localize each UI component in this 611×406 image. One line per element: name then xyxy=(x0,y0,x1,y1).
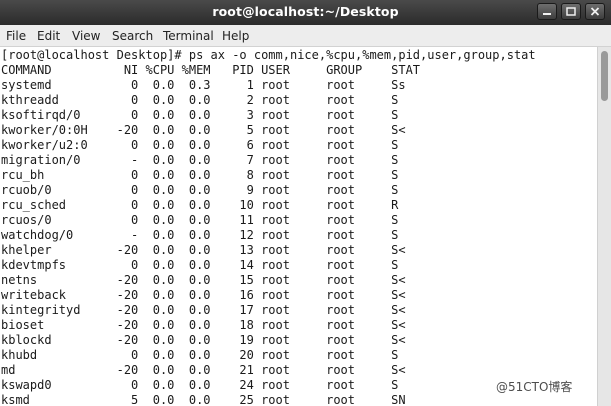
menu-file[interactable]: File xyxy=(6,29,26,43)
process-row: writeback -20 0.0 0.0 16 root root S< xyxy=(1,288,406,302)
ps-header: COMMAND NI %CPU %MEM PID USER GROUP STAT xyxy=(1,63,421,77)
process-row: watchdog/0 - 0.0 0.0 12 root root S xyxy=(1,228,399,242)
window-title: root@localhost:~/Desktop xyxy=(212,4,399,19)
process-row: kthreadd 0 0.0 0.0 2 root root S xyxy=(1,93,399,107)
process-row: migration/0 - 0.0 0.0 7 root root S xyxy=(1,153,399,167)
maximize-icon xyxy=(566,7,576,16)
terminal-output[interactable]: [root@localhost Desktop]# ps ax -o comm,… xyxy=(0,47,597,406)
minimize-icon xyxy=(543,13,551,15)
process-row: rcuob/0 0 0.0 0.0 9 root root S xyxy=(1,183,399,197)
process-row: khelper -20 0.0 0.0 13 root root S< xyxy=(1,243,406,257)
process-row: netns -20 0.0 0.0 15 root root S< xyxy=(1,273,406,287)
process-row: kintegrityd -20 0.0 0.0 17 root root S< xyxy=(1,303,406,317)
process-row: ksmd 5 0.0 0.0 25 root root SN xyxy=(1,393,406,406)
window-titlebar[interactable]: root@localhost:~/Desktop xyxy=(0,0,611,25)
menu-help[interactable]: Help xyxy=(222,29,249,43)
process-row: rcuos/0 0 0.0 0.0 11 root root S xyxy=(1,213,399,227)
process-row: bioset -20 0.0 0.0 18 root root S< xyxy=(1,318,406,332)
process-row: kblockd -20 0.0 0.0 19 root root S< xyxy=(1,333,406,347)
menu-search[interactable]: Search xyxy=(112,29,153,43)
process-row: kworker/u2:0 0 0.0 0.0 6 root root S xyxy=(1,138,399,152)
close-icon xyxy=(590,7,600,16)
process-row: kswapd0 0 0.0 0.0 24 root root S xyxy=(1,378,399,392)
process-row: systemd 0 0.0 0.3 1 root root Ss xyxy=(1,78,406,92)
minimize-button[interactable] xyxy=(537,3,557,20)
process-row: rcu_bh 0 0.0 0.0 8 root root S xyxy=(1,168,399,182)
command-line: [root@localhost Desktop]# ps ax -o comm,… xyxy=(1,48,536,62)
menu-bar: File Edit View Search Terminal Help xyxy=(0,25,611,47)
menu-terminal[interactable]: Terminal xyxy=(163,29,214,43)
process-row: md -20 0.0 0.0 21 root root S< xyxy=(1,363,406,377)
menu-edit[interactable]: Edit xyxy=(37,29,60,43)
watermark: @51CTO博客 xyxy=(496,380,573,394)
scrollbar-thumb[interactable] xyxy=(601,51,608,101)
process-row: kdevtmpfs 0 0.0 0.0 14 root root S xyxy=(1,258,399,272)
menu-view[interactable]: View xyxy=(72,29,100,43)
process-row: kworker/0:0H -20 0.0 0.0 5 root root S< xyxy=(1,123,406,137)
process-row: rcu_sched 0 0.0 0.0 10 root root R xyxy=(1,198,399,212)
process-row: khubd 0 0.0 0.0 20 root root S xyxy=(1,348,399,362)
terminal-scrollbar[interactable] xyxy=(597,47,611,406)
close-button[interactable] xyxy=(585,3,605,20)
process-row: ksoftirqd/0 0 0.0 0.0 3 root root S xyxy=(1,108,399,122)
maximize-button[interactable] xyxy=(561,3,581,20)
